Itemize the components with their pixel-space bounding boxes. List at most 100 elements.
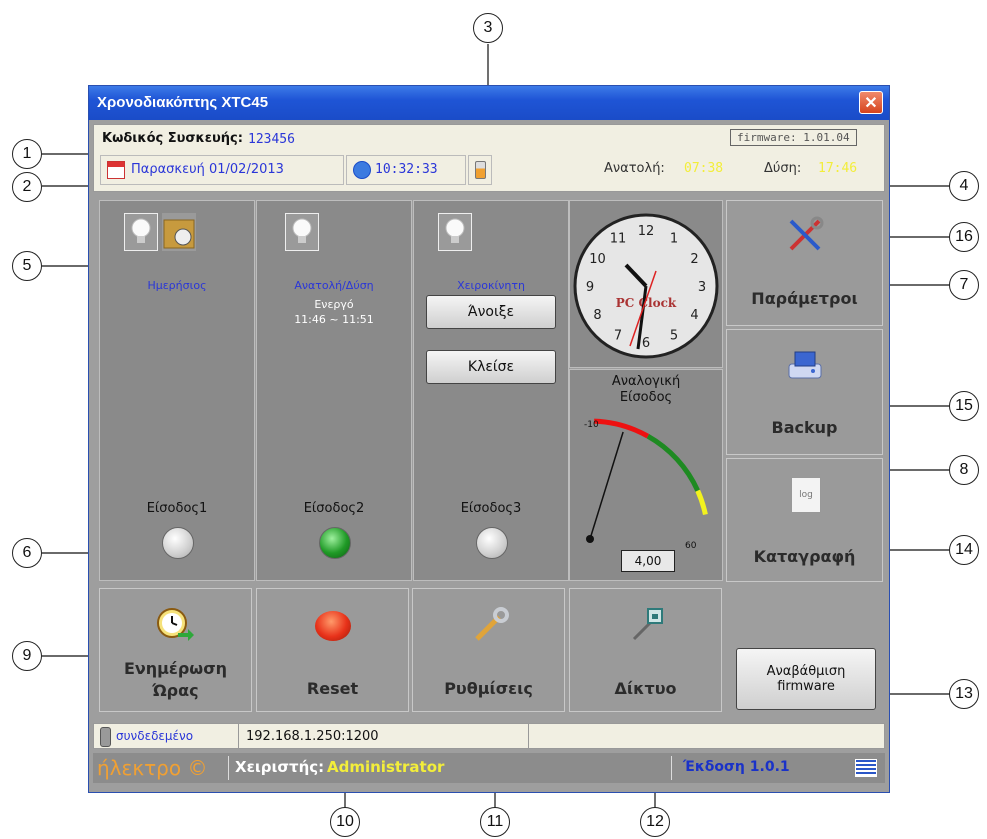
settings-tile[interactable]: Ρυθμίσεις [412, 588, 565, 712]
callout-4: 4 [949, 171, 979, 201]
open-button[interactable]: Άνοιξε [426, 295, 556, 329]
date-box[interactable]: Παρασκευή 01/02/2013 [100, 155, 344, 185]
device-code: 123456 [248, 132, 295, 147]
device-code-label: Κωδικός Συσκευής: [102, 131, 243, 146]
callout-9: 9 [12, 641, 42, 671]
callout-3: 3 [473, 13, 503, 43]
upgrade-label-2: firmware [777, 679, 835, 694]
gauge-needle [589, 431, 624, 540]
sunrise-time: 07:38 [684, 161, 724, 176]
active-status: Ενεργό [314, 298, 354, 311]
log-tile[interactable]: log Καταγραφή [726, 458, 883, 582]
battery-icon [475, 161, 486, 179]
clock-numeral: 2 [690, 252, 698, 267]
bulb-icon[interactable] [124, 213, 158, 251]
callout-6: 6 [12, 538, 42, 568]
network-plug-icon [632, 608, 663, 641]
clock-numeral: 12 [638, 224, 655, 239]
input-label: Είσοδος2 [303, 501, 365, 516]
reset-label: Reset [306, 679, 359, 698]
clock-numeral: 4 [690, 308, 698, 323]
gauge-min-label: -10 [584, 420, 599, 430]
backup-icon [788, 351, 822, 379]
alarm-clock-icon [157, 608, 194, 641]
folder-clock-icon[interactable] [162, 213, 196, 251]
analog-clock-panel: 12 1 2 3 4 5 6 7 8 9 10 11 PC Clock [569, 200, 723, 368]
sync-label-2: Ώρας [152, 681, 199, 700]
input-label: Είσοδος3 [460, 501, 522, 516]
callout-11: 11 [480, 807, 510, 837]
connection-icon [100, 727, 111, 747]
clock-numeral: 3 [698, 280, 706, 295]
analog-input-panel: Αναλογική Είσοδος -10 60 4,00 [569, 369, 723, 581]
time-box[interactable]: 10:32:33 [346, 155, 466, 185]
wrench-icon [475, 607, 509, 641]
close-relay-button[interactable]: Κλείσε [426, 350, 556, 384]
network-label: Δίκτυο [614, 679, 677, 698]
settings-label: Ρυθμίσεις [444, 679, 533, 698]
log-file-icon: log [791, 477, 821, 513]
input-led-off [162, 527, 194, 559]
input-led-on [319, 527, 351, 559]
clock-numeral: 7 [614, 329, 622, 344]
gauge-max-label: 60 [685, 541, 697, 551]
callout-7: 7 [949, 270, 979, 300]
callout-16: 16 [949, 222, 979, 252]
clock-numeral: 5 [670, 329, 678, 344]
callout-5: 5 [12, 251, 42, 281]
greek-flag-icon[interactable] [855, 759, 877, 777]
reset-tile[interactable]: Reset [256, 588, 409, 712]
parameters-tile[interactable]: Παράμετροι [726, 200, 883, 326]
sync-label-1: Ενημέρωση [123, 659, 228, 678]
operator-label: Χειριστής: [235, 758, 325, 776]
active-range: 11:46 ~ 11:51 [294, 313, 374, 326]
clock-numeral: 8 [593, 308, 601, 323]
brand-logo: ήλεκτρο © [97, 756, 208, 780]
close-button[interactable]: ✕ [859, 91, 883, 114]
status-bar: συνδεδεμένο 192.168.1.250:1200 [93, 723, 885, 749]
clock-numeral: 1 [670, 232, 678, 247]
bulb-icon[interactable] [285, 213, 319, 251]
parameters-label: Παράμετροι [751, 289, 858, 308]
input-panel-3: Χειροκίνητη Άνοιξε Κλείσε Είσοδος3 [413, 200, 569, 581]
sunrise-label: Ανατολή: [604, 161, 665, 176]
input-panel-1: Ημερήσιος Είσοδος1 [99, 200, 255, 581]
date-text: Παρασκευή 01/02/2013 [131, 162, 284, 177]
network-tile[interactable]: Δίκτυο [569, 588, 722, 712]
callout-1: 1 [12, 139, 42, 169]
clock-numeral: 11 [610, 232, 627, 247]
callout-12: 12 [640, 807, 670, 837]
connection-status: συνδεδεμένο [116, 729, 194, 743]
upgrade-firmware-button[interactable]: Αναβάθμιση firmware [736, 648, 876, 710]
backup-tile[interactable]: Backup [726, 329, 883, 455]
upgrade-label-1: Αναβάθμιση [766, 664, 846, 679]
sync-time-tile[interactable]: Ενημέρωση Ώρας [99, 588, 252, 712]
app-window: Χρονοδιακόπτης XTC45 ✕ Κωδικός Συσκευής:… [88, 85, 890, 793]
callout-10: 10 [330, 807, 360, 837]
mode-label: Χειροκίνητη [457, 279, 525, 292]
sunset-time: 17:46 [818, 161, 858, 176]
info-bar: Κωδικός Συσκευής: 123456 firmware: 1.01.… [93, 124, 885, 192]
tools-icon [789, 216, 824, 251]
bulb-icon[interactable] [438, 213, 472, 251]
firmware-version: firmware: 1.01.04 [730, 129, 857, 146]
callout-2: 2 [12, 172, 42, 202]
input-label: Είσοδος1 [146, 501, 208, 516]
clock-numeral: 10 [589, 252, 606, 267]
callout-13: 13 [949, 679, 979, 709]
footer-bar: ήλεκτρο © Χειριστής: Administrator Έκδοσ… [93, 753, 885, 783]
input-led-off [476, 527, 508, 559]
version-label: Έκδοση 1.0.1 [683, 759, 790, 775]
mode-label: Ανατολή/Δύση [294, 279, 374, 292]
analog-value: 4,00 [621, 550, 675, 572]
analog-gauge: -10 60 [584, 418, 708, 551]
ip-address: 192.168.1.250:1200 [246, 729, 379, 744]
clock-numeral: 9 [586, 280, 594, 295]
sunset-label: Δύση: [764, 161, 802, 176]
title-bar[interactable]: Χρονοδιακόπτης XTC45 ✕ [89, 86, 889, 120]
clock-icon [353, 161, 371, 179]
battery-box[interactable] [468, 155, 492, 185]
clock-numeral: 6 [642, 336, 650, 351]
log-label: Καταγραφή [753, 547, 856, 566]
window-title: Χρονοδιακόπτης XTC45 [97, 94, 269, 111]
